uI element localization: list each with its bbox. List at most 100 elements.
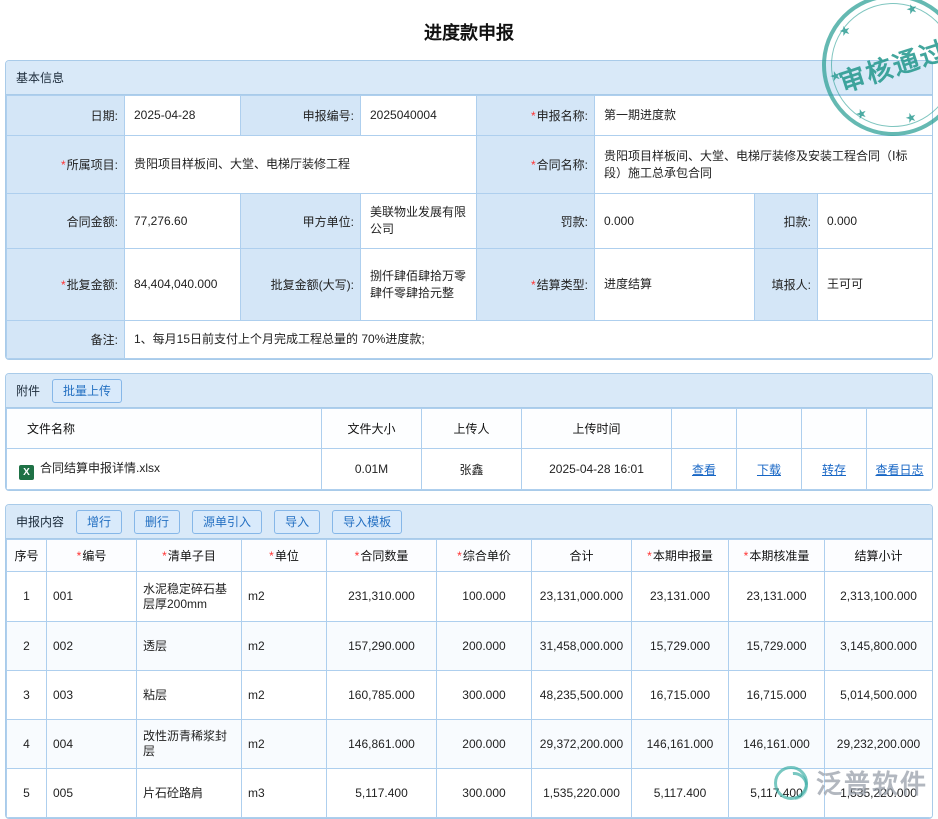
column-header-upload-time: 上传时间 — [522, 409, 672, 449]
cell-unit: m3 — [242, 769, 327, 818]
source-doc-import-button[interactable]: 源单引入 — [192, 510, 262, 534]
label-date: 日期: — [7, 96, 125, 136]
value-preparer: 王可可 — [818, 249, 933, 321]
column-header-declared-qty-text: 本期申报量 — [653, 549, 713, 563]
value-approved-amount-caps: 捌仟肆佰肆拾万零肆仟零肆拾元整 — [361, 249, 477, 321]
import-template-button[interactable]: 导入模板 — [332, 510, 402, 534]
required-mark: * — [77, 549, 82, 563]
label-contract-name: *合同名称: — [477, 136, 595, 194]
view-log-link[interactable]: 查看日志 — [875, 463, 923, 477]
uploader-cell: 张鑫 — [422, 449, 522, 490]
cell-unit-price: 300.000 — [437, 671, 532, 720]
basic-info-row: *批复金额: 84,404,040.000 批复金额(大写): 捌仟肆佰肆拾万零… — [7, 249, 933, 321]
column-header-unit-price: *综合单价 — [437, 540, 532, 572]
delete-row-button[interactable]: 删行 — [134, 510, 180, 534]
excel-file-icon: X — [19, 465, 34, 480]
column-header-declared-qty: *本期申报量 — [632, 540, 729, 572]
cell-declared-qty: 23,131.000 — [632, 572, 729, 622]
label-settlement-type: *结算类型: — [477, 249, 595, 321]
cell-approved-qty: 15,729.000 — [729, 622, 825, 671]
label-declaration-name: *申报名称: — [477, 96, 595, 136]
label-penalty: 罚款: — [477, 194, 595, 249]
cell-item-name: 改性沥青稀浆封层 — [137, 720, 242, 769]
value-contract-name: 贵阳项目样板间、大堂、电梯厅装修及安装工程合同（Ⅰ标段）施工总承包合同 — [595, 136, 933, 194]
declaration-table: 序号 *编号 *清单子目 *单位 *合同数量 *综合单价 合计 *本期申报量 *… — [6, 539, 933, 818]
cell-seq: 1 — [7, 572, 47, 622]
action-cell: 查看 — [672, 449, 737, 490]
action-cell: 转存 — [802, 449, 867, 490]
value-approved-amount: 84,404,040.000 — [125, 249, 241, 321]
cell-seq: 3 — [7, 671, 47, 720]
cell-unit-price: 100.000 — [437, 572, 532, 622]
basic-info-row: 合同金额: 77,276.60 甲方单位: 美联物业发展有限公司 罚款: 0.0… — [7, 194, 933, 249]
column-header-contract-qty: *合同数量 — [327, 540, 437, 572]
label-preparer-text: 填报人: — [772, 278, 811, 292]
value-date: 2025-04-28 — [125, 96, 241, 136]
page-title: 进度款申报 — [0, 0, 938, 60]
label-remark: 备注: — [7, 321, 125, 359]
label-preparer: 填报人: — [755, 249, 818, 321]
column-header-spacer — [802, 409, 867, 449]
value-deduction: 0.000 — [818, 194, 933, 249]
column-header-code: *编号 — [47, 540, 137, 572]
column-header-file-name: 文件名称 — [7, 409, 322, 449]
cell-declared-qty: 5,117.400 — [632, 769, 729, 818]
label-penalty-text: 罚款: — [561, 215, 588, 229]
column-header-spacer — [867, 409, 933, 449]
add-row-button[interactable]: 增行 — [76, 510, 122, 534]
basic-info-table: 日期: 2025-04-28 申报编号: 2025040004 *申报名称: 第… — [6, 95, 933, 359]
cell-unit: m2 — [242, 720, 327, 769]
attachments-title: 附件 — [16, 382, 40, 399]
cell-unit-price: 200.000 — [437, 720, 532, 769]
required-mark: * — [61, 278, 66, 292]
label-declaration-no-text: 申报编号: — [303, 109, 354, 123]
column-header-approved-qty-text: 本期核准量 — [749, 549, 809, 563]
cell-total: 31,458,000.000 — [532, 622, 632, 671]
column-header-subtotal: 结算小计 — [825, 540, 933, 572]
attachment-row: X合同结算申报详情.xlsx 0.01M 张鑫 2025-04-28 16:01… — [7, 449, 933, 490]
basic-info-row: 日期: 2025-04-28 申报编号: 2025040004 *申报名称: 第… — [7, 96, 933, 136]
label-party-a-text: 甲方单位: — [303, 215, 354, 229]
transfer-link[interactable]: 转存 — [822, 463, 846, 477]
label-declaration-name-text: 申报名称: — [537, 109, 588, 123]
cell-contract-qty: 157,290.000 — [327, 622, 437, 671]
label-project-text: 所属项目: — [67, 158, 118, 172]
label-project: *所属项目: — [7, 136, 125, 194]
cell-item-name: 片石砼路肩 — [137, 769, 242, 818]
cell-code: 004 — [47, 720, 137, 769]
required-mark: * — [531, 278, 536, 292]
column-header-spacer — [672, 409, 737, 449]
cell-contract-qty: 231,310.000 — [327, 572, 437, 622]
value-party-a: 美联物业发展有限公司 — [361, 194, 477, 249]
label-contract-amount: 合同金额: — [7, 194, 125, 249]
download-link[interactable]: 下载 — [757, 463, 781, 477]
value-declaration-name: 第一期进度款 — [595, 96, 933, 136]
value-declaration-no: 2025040004 — [361, 96, 477, 136]
cell-seq: 2 — [7, 622, 47, 671]
column-header-total: 合计 — [532, 540, 632, 572]
required-mark: * — [457, 549, 462, 563]
import-button[interactable]: 导入 — [274, 510, 320, 534]
basic-info-section-header: 基本信息 — [6, 61, 932, 95]
label-remark-text: 备注: — [91, 333, 118, 347]
cell-total: 48,235,500.000 — [532, 671, 632, 720]
cell-contract-qty: 160,785.000 — [327, 671, 437, 720]
cell-subtotal: 3,145,800.000 — [825, 622, 933, 671]
label-date-text: 日期: — [91, 109, 118, 123]
view-link[interactable]: 查看 — [692, 463, 716, 477]
basic-info-row: *所属项目: 贵阳项目样板间、大堂、电梯厅装修工程 *合同名称: 贵阳项目样板间… — [7, 136, 933, 194]
required-mark: * — [647, 549, 652, 563]
value-remark: 1、每月15日前支付上个月完成工程总量的 70%进度款; — [125, 321, 933, 359]
column-header-spacer — [737, 409, 802, 449]
column-header-unit-text: 单位 — [275, 549, 299, 563]
declaration-row: 4 004 改性沥青稀浆封层 m2 146,861.000 200.000 29… — [7, 720, 933, 769]
column-header-uploader: 上传人 — [422, 409, 522, 449]
declaration-title: 申报内容 — [16, 513, 64, 530]
cell-total: 1,535,220.000 — [532, 769, 632, 818]
required-mark: * — [162, 549, 167, 563]
cell-code: 002 — [47, 622, 137, 671]
declaration-row: 3 003 粘层 m2 160,785.000 300.000 48,235,5… — [7, 671, 933, 720]
column-header-code-text: 编号 — [82, 549, 106, 563]
required-mark: * — [61, 158, 66, 172]
batch-upload-button[interactable]: 批量上传 — [52, 379, 122, 403]
